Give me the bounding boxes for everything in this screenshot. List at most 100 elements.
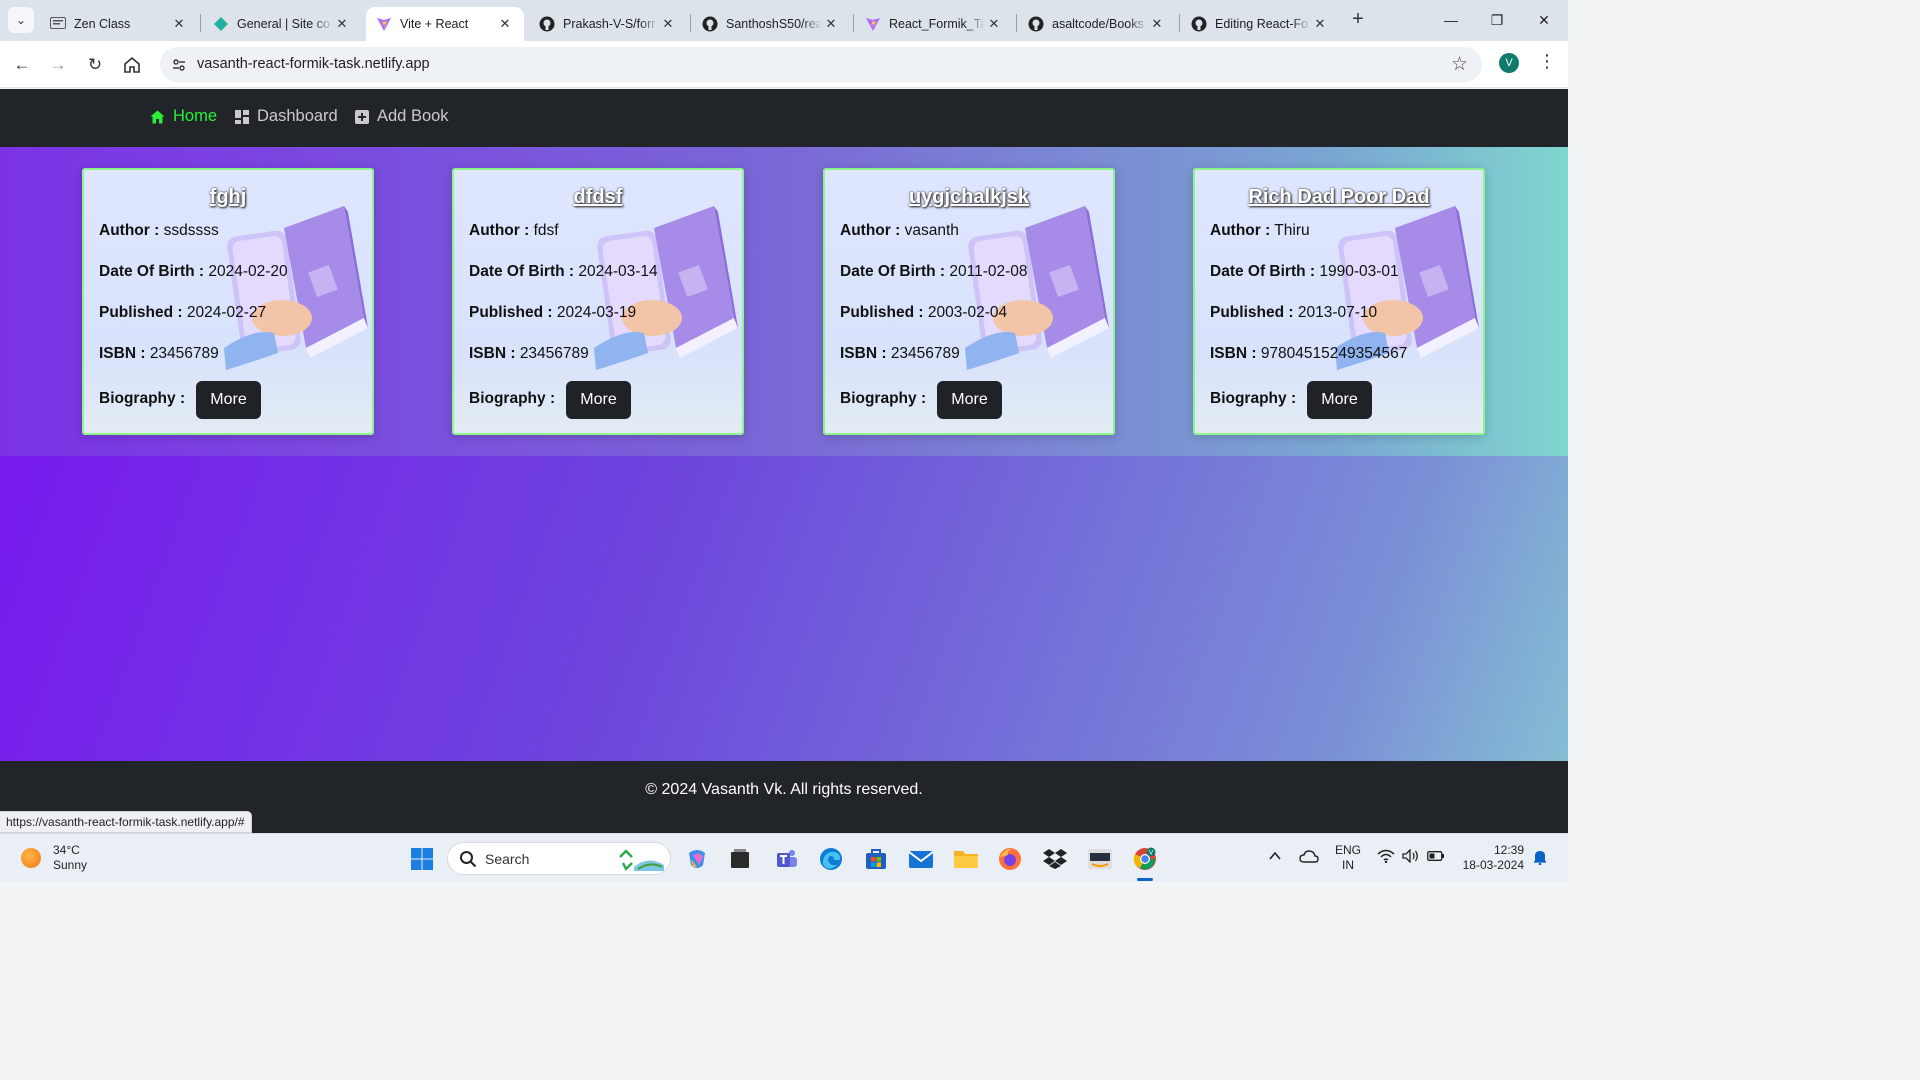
search-highlight-icon: [616, 847, 666, 878]
field-label: Published :: [1210, 304, 1294, 321]
onedrive-cloud-icon[interactable]: [1299, 849, 1319, 866]
close-tab-icon[interactable]: ✕: [170, 16, 188, 32]
more-button[interactable]: More: [566, 381, 631, 419]
nav-link-home[interactable]: Home: [150, 107, 217, 126]
book-author-row: Author : Thiru: [1210, 222, 1310, 240]
tab-search-button[interactable]: ⌄: [8, 7, 34, 33]
field-label: Published :: [469, 304, 553, 321]
nav-link-add-book[interactable]: Add Book: [355, 107, 449, 126]
vite-icon: [376, 16, 392, 32]
book-published-row: Published : 2024-03-19: [469, 304, 636, 322]
tab-asaltcode-github[interactable]: asaltcode/Books ✕: [1018, 7, 1176, 41]
close-tab-icon[interactable]: ✕: [822, 16, 840, 32]
tab-title: Vite + React: [400, 17, 469, 31]
tab-santhosh-github[interactable]: SanthoshS50/rea ✕: [692, 7, 850, 41]
tab-editing-react[interactable]: Editing React-Fo ✕: [1181, 7, 1339, 41]
close-tab-icon[interactable]: ✕: [1148, 16, 1166, 32]
more-button[interactable]: More: [937, 381, 1002, 419]
language-indicator[interactable]: ENG IN: [1335, 843, 1361, 873]
github-icon: [1028, 16, 1044, 32]
field-label: Date Of Birth :: [469, 263, 575, 280]
book-author: vasanth: [904, 222, 959, 239]
sun-icon: [21, 848, 41, 868]
back-arrow-icon[interactable]: ←: [9, 52, 35, 78]
windows-taskbar: 34°C Sunny Search V ENG IN 12:39 18-03-2…: [0, 833, 1568, 882]
browser-tab-strip: ⌄ Zen Class ✕ General | Site co ✕ Vite +…: [0, 0, 1568, 41]
nav-link-dashboard[interactable]: Dashboard: [235, 107, 338, 126]
wifi-icon[interactable]: [1377, 849, 1395, 866]
clock-date: 18-03-2024: [1462, 858, 1524, 872]
book-author: ssdssss: [163, 222, 219, 239]
book-illustration-icon: [594, 206, 738, 370]
tab-zen-class[interactable]: Zen Class ✕: [40, 7, 198, 41]
chrome-icon[interactable]: V: [1132, 846, 1158, 872]
task-view-icon[interactable]: [727, 846, 753, 872]
more-button[interactable]: More: [196, 381, 261, 419]
file-explorer-icon[interactable]: [953, 846, 979, 872]
book-isbn-row: ISBN : 23456789: [469, 345, 589, 363]
notification-bell-icon[interactable]: [1532, 849, 1548, 868]
windows-start-icon[interactable]: [409, 846, 435, 872]
nav-link-label: Home: [173, 107, 218, 125]
close-tab-icon[interactable]: ✕: [1311, 16, 1329, 32]
close-tab-icon[interactable]: ✕: [496, 16, 514, 32]
book-biography-row: Biography :: [469, 390, 555, 408]
weather-widget[interactable]: 34°C Sunny: [21, 843, 87, 873]
tab-title: Editing React-Fo: [1215, 17, 1309, 31]
book-isbn: 23456789: [149, 345, 219, 362]
amazon-icon[interactable]: [1087, 846, 1113, 872]
tab-react-formik[interactable]: React_Formik_Ta ✕: [855, 7, 1013, 41]
minimize-icon[interactable]: —: [1428, 6, 1474, 34]
nav-link-label: Add Book: [377, 107, 449, 125]
footer-copyright: © 2024 Vasanth Vk. All rights reserved.: [645, 781, 923, 798]
volume-icon[interactable]: [1402, 848, 1420, 866]
browser-toolbar: ← → ↻ vasanth-react-formik-task.netlify.…: [0, 41, 1568, 88]
restore-icon[interactable]: ❐: [1474, 6, 1520, 34]
home-icon: [150, 110, 165, 124]
tab-vite-react[interactable]: Vite + React ✕: [366, 7, 524, 41]
close-tab-icon[interactable]: ✕: [659, 16, 677, 32]
weather-temperature: 34°C: [53, 843, 80, 857]
close-window-icon[interactable]: ✕: [1521, 6, 1567, 34]
book-published-row: Published : 2003-02-04: [840, 304, 1007, 322]
close-tab-icon[interactable]: ✕: [985, 16, 1003, 32]
book-published: 2024-03-19: [556, 304, 637, 321]
show-hidden-icons-chevron-up-icon[interactable]: [1268, 849, 1282, 866]
book-biography-row: Biography :: [840, 390, 926, 408]
profile-avatar[interactable]: V: [1499, 53, 1519, 73]
tab-prakash-github[interactable]: Prakash-V-S/forr ✕: [529, 7, 687, 41]
system-clock[interactable]: 12:39 18-03-2024: [1460, 843, 1524, 873]
book-dob: 2024-02-20: [208, 263, 288, 280]
search-label: Search: [485, 851, 530, 867]
web-page: Home Dashboard Add Book fghj Author : ssd…: [0, 89, 1568, 833]
book-dob: 2024-03-14: [578, 263, 658, 280]
mail-icon[interactable]: [908, 846, 934, 872]
vite-icon: [865, 16, 881, 32]
firefox-icon[interactable]: [997, 846, 1023, 872]
book-isbn-row: ISBN : 23456789: [840, 345, 960, 363]
copilot-icon[interactable]: [684, 846, 710, 872]
reload-icon[interactable]: ↻: [82, 52, 108, 78]
new-tab-plus-icon[interactable]: +: [1347, 9, 1369, 31]
book-illustration-icon: [965, 206, 1109, 370]
book-dob: 2011-02-08: [949, 263, 1028, 280]
taskbar-search-box[interactable]: Search: [447, 842, 671, 875]
close-tab-icon[interactable]: ✕: [333, 16, 351, 32]
edge-icon[interactable]: [818, 846, 844, 872]
app-navbar: Home Dashboard Add Book: [0, 89, 1568, 147]
more-button[interactable]: More: [1307, 381, 1372, 419]
microsoft-store-icon[interactable]: [863, 846, 889, 872]
home-browser-icon[interactable]: [119, 52, 145, 78]
bookmark-star-icon[interactable]: ☆: [1451, 53, 1468, 76]
book-published: 2024-02-27: [186, 304, 267, 321]
address-bar[interactable]: vasanth-react-formik-task.netlify.app ☆: [160, 47, 1482, 82]
dropbox-icon[interactable]: [1042, 846, 1068, 872]
field-label: Author :: [99, 222, 160, 239]
tab-general-site[interactable]: General | Site co ✕: [203, 7, 361, 41]
battery-icon[interactable]: [1427, 850, 1445, 865]
teams-icon[interactable]: [774, 846, 800, 872]
tab-title: Zen Class: [74, 17, 131, 31]
site-info-icon[interactable]: [169, 55, 189, 75]
browser-menu-icon[interactable]: ⋮: [1538, 51, 1556, 72]
forward-arrow-icon[interactable]: →: [45, 52, 71, 78]
